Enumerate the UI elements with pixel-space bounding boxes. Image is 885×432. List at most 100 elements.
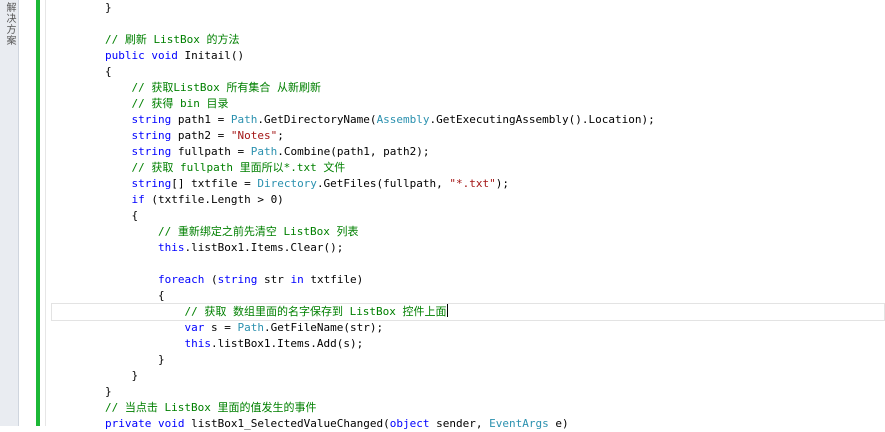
code-token: .listBox1.Items.Add(s); xyxy=(210,337,364,350)
code-token: // 重新绑定之前先清空 ListBox 列表 xyxy=(157,225,359,238)
code-line[interactable]: // 获得 bin 目录 xyxy=(52,96,228,112)
code-token: // 刷新 ListBox 的方法 xyxy=(104,33,240,46)
code-line[interactable]: // 当点击 ListBox 里面的值发生的事件 xyxy=(52,400,316,416)
code-token: EventArgs xyxy=(489,417,549,430)
code-token: { xyxy=(131,209,139,222)
code-token: (txtfile.Length > 0) xyxy=(144,193,284,206)
code-line[interactable]: } xyxy=(52,384,112,400)
code-token: .listBox1.Items.Clear(); xyxy=(184,241,344,254)
code-token: Path xyxy=(250,145,278,158)
code-token: .GetFiles(fullpath, xyxy=(316,177,450,190)
code-line[interactable]: public void Initail() xyxy=(52,48,244,64)
code-token: ( xyxy=(204,273,218,286)
code-line[interactable]: string path2 = "Notes"; xyxy=(52,128,284,144)
code-line[interactable]: string fullpath = Path.Combine(path1, pa… xyxy=(52,144,430,160)
code-token: string xyxy=(131,145,172,158)
code-line[interactable]: // 重新绑定之前先清空 ListBox 列表 xyxy=(52,224,358,240)
code-token: listBox1_SelectedValueChanged( xyxy=(184,417,390,430)
code-token: string xyxy=(131,113,172,126)
code-token: sender, xyxy=(429,417,490,430)
code-token: if xyxy=(131,193,145,206)
code-line[interactable]: this.listBox1.Items.Add(s); xyxy=(52,336,363,352)
code-line[interactable]: this.listBox1.Items.Clear(); xyxy=(52,240,343,256)
code-token: // 当点击 ListBox 里面的值发生的事件 xyxy=(104,401,317,414)
code-token: ); xyxy=(495,177,509,190)
code-token: Directory xyxy=(257,177,317,190)
code-token: } xyxy=(131,369,139,382)
code-token: path1 = xyxy=(171,113,231,126)
text-caret xyxy=(446,304,448,317)
code-line[interactable]: var s = Path.GetFileName(str); xyxy=(52,320,383,336)
code-token: e) xyxy=(548,417,569,430)
code-token: public xyxy=(104,49,145,62)
code-token: string xyxy=(131,129,172,142)
code-token: Path xyxy=(237,321,264,334)
code-token: { xyxy=(104,65,112,78)
code-token: this xyxy=(157,241,185,254)
code-token: private xyxy=(104,417,152,430)
code-token: path2 = xyxy=(171,129,231,142)
code-token: txtfile) xyxy=(303,273,364,286)
code-line[interactable]: } xyxy=(52,0,112,16)
code-token: } xyxy=(157,353,165,366)
code-token: { xyxy=(157,289,165,302)
code-line[interactable]: // 刷新 ListBox 的方法 xyxy=(52,32,239,48)
code-token: s = xyxy=(204,321,238,334)
code-line[interactable]: if (txtfile.Length > 0) xyxy=(52,192,284,208)
code-token: Assembly xyxy=(376,113,430,126)
code-line[interactable]: // 获取 数组里面的名字保存到 ListBox 控件上面 xyxy=(51,303,885,321)
code-line[interactable]: } xyxy=(52,352,165,368)
code-editor[interactable]: } // 刷新 ListBox 的方法 public void Initail(… xyxy=(51,0,885,430)
code-line[interactable]: { xyxy=(52,288,165,304)
code-token: ; xyxy=(277,129,284,142)
code-token: } xyxy=(104,1,112,14)
code-token: var xyxy=(184,321,205,334)
code-line[interactable]: foreach (string str in txtfile) xyxy=(52,272,363,288)
code-line[interactable]: string[] txtfile = Directory.GetFiles(fu… xyxy=(52,176,509,192)
code-token: str xyxy=(257,273,291,286)
solution-explorer-tab-label: 解决方案 xyxy=(4,2,15,46)
code-token: string xyxy=(217,273,258,286)
code-line[interactable]: { xyxy=(52,208,138,224)
code-line[interactable]: } xyxy=(52,368,138,384)
code-token: // 获得 bin 目录 xyxy=(131,97,229,110)
code-token: // 获取ListBox 所有集合 从新刷新 xyxy=(131,81,321,94)
code-token: foreach xyxy=(157,273,205,286)
code-token: [] txtfile = xyxy=(171,177,258,190)
solution-explorer-tab[interactable]: 解决方案 xyxy=(0,0,19,426)
code-token: Initail() xyxy=(177,49,245,62)
code-line[interactable]: string path1 = Path.GetDirectoryName(Ass… xyxy=(52,112,655,128)
code-line[interactable]: private void listBox1_SelectedValueChang… xyxy=(52,416,569,432)
code-line[interactable]: // 获取 fullpath 里面所以*.txt 文件 xyxy=(52,160,345,176)
code-token: .Combine(path1, path2); xyxy=(277,145,430,158)
code-token: "*.txt" xyxy=(449,177,496,190)
gutter-divider xyxy=(45,0,46,426)
code-token: } xyxy=(104,385,112,398)
code-line[interactable]: // 获取ListBox 所有集合 从新刷新 xyxy=(52,80,321,96)
code-token: .GetExecutingAssembly().Location); xyxy=(429,113,655,126)
change-tracking-bar xyxy=(36,0,40,426)
code-line[interactable]: { xyxy=(52,64,112,80)
